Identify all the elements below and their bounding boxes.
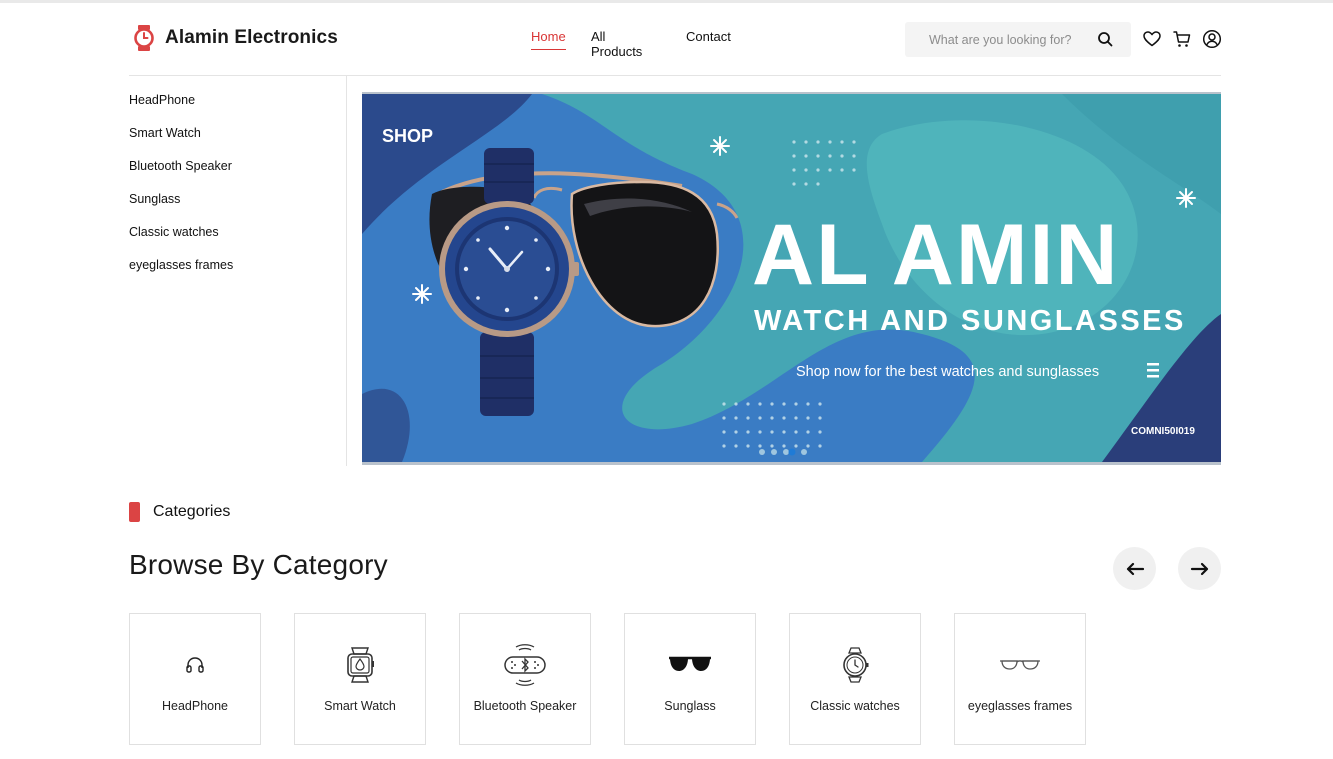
- banner-artwork: SHOP AL AMIN WATCH AND SUNGLASSES Shop n…: [362, 94, 1221, 462]
- nav-home[interactable]: Home: [531, 29, 566, 50]
- eyeglasses-icon: [997, 642, 1043, 688]
- arrow-left-icon: [1126, 562, 1144, 575]
- sidebar-item-classic-watches[interactable]: Classic watches: [129, 225, 219, 239]
- next-arrow-button[interactable]: [1178, 547, 1221, 590]
- category-card-label: Smart Watch: [324, 699, 396, 713]
- top-border: [0, 0, 1333, 3]
- classic-watch-icon: [832, 642, 878, 688]
- nav-contact[interactable]: Contact: [686, 29, 731, 44]
- brand[interactable]: Alamin Electronics: [133, 24, 338, 52]
- sidebar-item-sunglass[interactable]: Sunglass: [129, 192, 180, 206]
- hero-banner[interactable]: SHOP AL AMIN WATCH AND SUNGLASSES Shop n…: [362, 92, 1221, 465]
- category-card-label: Sunglass: [664, 699, 716, 713]
- banner-headline: AL AMIN: [752, 207, 1120, 303]
- sidebar-item-eyeglasses-frames[interactable]: eyeglasses frames: [129, 258, 233, 272]
- sunglass-icon: [667, 642, 713, 688]
- sidebar-item-headphone[interactable]: HeadPhone: [129, 93, 195, 107]
- category-sidebar: HeadPhone Smart Watch Bluetooth Speaker …: [129, 76, 347, 466]
- nav-all-products[interactable]: All Products: [591, 29, 642, 59]
- category-card-eyeglasses-frames[interactable]: eyeglasses frames: [954, 613, 1086, 745]
- section-label: Categories: [153, 503, 231, 520]
- prev-arrow-button[interactable]: [1113, 547, 1156, 590]
- category-card-label: eyeglasses frames: [967, 699, 1073, 713]
- category-card-smart-watch[interactable]: Smart Watch: [294, 613, 426, 745]
- banner-subheadline: WATCH AND SUNGLASSES: [754, 305, 1186, 337]
- banner-code: COMNI50I019: [1131, 426, 1195, 437]
- category-card-label: Bluetooth Speaker: [473, 699, 577, 713]
- cart-icon[interactable]: [1172, 29, 1192, 49]
- heart-icon[interactable]: [1142, 29, 1162, 49]
- menu-lines-icon: [1147, 363, 1159, 378]
- sidebar-item-smart-watch[interactable]: Smart Watch: [129, 126, 201, 140]
- brand-name: Alamin Electronics: [165, 27, 338, 48]
- headphone-icon: [172, 642, 218, 688]
- smartwatch-icon: [337, 642, 383, 688]
- search-icon[interactable]: [1097, 31, 1114, 48]
- category-card-sunglass[interactable]: Sunglass: [624, 613, 756, 745]
- category-card-bluetooth-speaker[interactable]: Bluetooth Speaker: [459, 613, 591, 745]
- watch-logo-icon: [134, 25, 154, 51]
- search-bar: [905, 22, 1131, 57]
- category-card-classic-watches[interactable]: Classic watches: [789, 613, 921, 745]
- banner-shop-label: SHOP: [382, 126, 433, 146]
- arrow-right-icon: [1190, 562, 1208, 575]
- search-input[interactable]: [929, 32, 1099, 47]
- bluetooth-speaker-icon: [502, 642, 548, 688]
- browse-title: Browse By Category: [129, 549, 388, 580]
- user-icon[interactable]: [1202, 29, 1222, 49]
- sidebar-item-bluetooth-speaker[interactable]: Bluetooth Speaker: [129, 159, 232, 173]
- banner-tagline: Shop now for the best watches and sungla…: [796, 364, 1099, 380]
- category-card-label: Classic watches: [810, 699, 900, 713]
- section-marker: [129, 502, 140, 522]
- category-card-headphone[interactable]: HeadPhone: [129, 613, 261, 745]
- category-card-label: HeadPhone: [161, 699, 229, 713]
